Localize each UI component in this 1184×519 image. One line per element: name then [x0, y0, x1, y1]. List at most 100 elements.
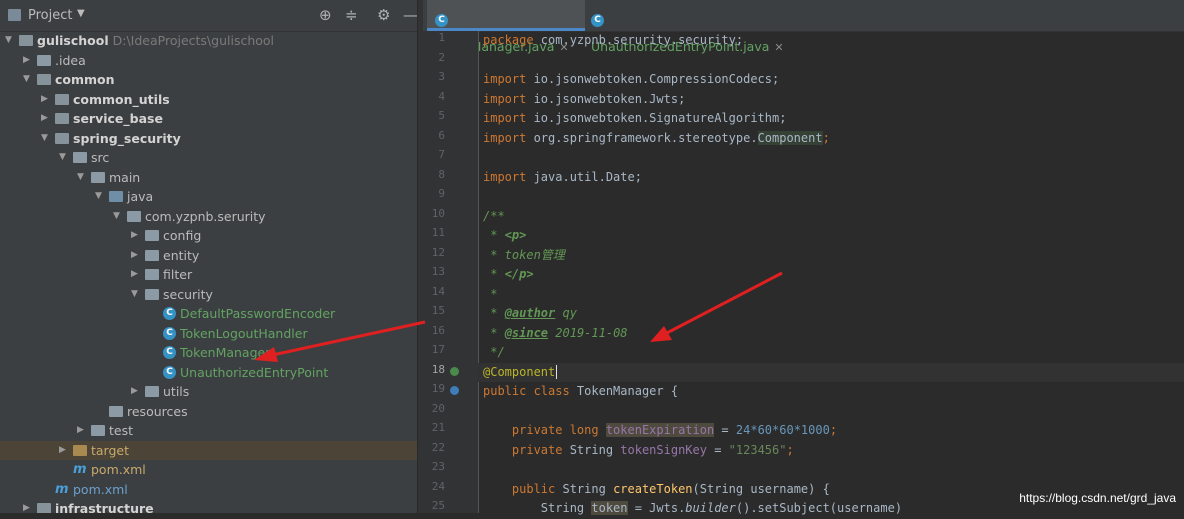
tree-item-common[interactable]: ▼ common — [0, 70, 417, 90]
module-folder-icon — [37, 503, 51, 513]
tree-item-utils[interactable]: ▶ utils — [0, 382, 417, 402]
line-number: 6 — [438, 128, 445, 142]
tree-item-main[interactable]: ▼ main — [0, 168, 417, 188]
tree-item-common-utils[interactable]: ▶ common_utils — [0, 90, 417, 110]
tree-item-pom-spring-security[interactable]: m pom.xml — [0, 460, 417, 480]
line-number: 25 — [431, 499, 445, 512]
tree-item-label: pom.xml — [91, 462, 146, 477]
tree-item-entity[interactable]: ▶ entity — [0, 246, 417, 266]
line-number: 17 — [431, 343, 445, 356]
collapsed-arrow-icon[interactable]: ▶ — [77, 421, 84, 441]
spring-bean-icon[interactable] — [450, 367, 459, 376]
collapse-icon[interactable]: ≑ — [345, 6, 358, 24]
tree-item-label: utils — [163, 384, 190, 399]
collapsed-arrow-icon[interactable]: ▶ — [23, 51, 30, 71]
collapsed-arrow-icon[interactable]: ▶ — [59, 441, 66, 461]
expanded-arrow-icon[interactable]: ▼ — [59, 148, 66, 168]
collapsed-arrow-icon[interactable]: ▶ — [23, 499, 30, 513]
expanded-arrow-icon[interactable]: ▼ — [23, 70, 30, 90]
tree-item-label: pom.xml — [73, 481, 128, 497]
line-number: 18 — [431, 362, 445, 376]
tab-token-manager[interactable]: CTokenManager.java ✕ — [427, 0, 585, 54]
java-class-icon: C — [163, 307, 176, 320]
tree-item-label: TokenManager — [180, 345, 271, 360]
tree-item-src[interactable]: ▼ src — [0, 148, 417, 168]
tree-item-label: .idea — [55, 52, 86, 68]
tree-item-label: service_base — [73, 111, 163, 126]
module-folder-icon — [37, 74, 51, 85]
tree-item-label: TokenLogoutHandler — [180, 325, 308, 341]
expanded-arrow-icon[interactable]: ▼ — [77, 168, 84, 188]
package-icon — [145, 288, 159, 300]
tree-item-gulischool[interactable]: ▼ gulischool D:\IdeaProjects\gulischool — [0, 31, 417, 51]
expanded-arrow-icon[interactable]: ▼ — [131, 285, 138, 305]
tree-item-security[interactable]: ▼ security — [0, 285, 417, 305]
tree-item-filter[interactable]: ▶ filter — [0, 265, 417, 285]
tree-item-token-logout-handler[interactable]: C TokenLogoutHandler — [0, 324, 417, 344]
tree-item-label: DefaultPasswordEncoder — [180, 306, 336, 321]
line-number: 9 — [438, 187, 445, 200]
folder-icon — [73, 152, 87, 163]
collapsed-arrow-icon[interactable]: ▶ — [41, 109, 48, 129]
expanded-arrow-icon[interactable]: ▼ — [5, 31, 12, 51]
tree-item-label: UnauthorizedEntryPoint — [180, 364, 329, 380]
code-area[interactable]: package com.yzpnb.serurity.security; imp… — [478, 31, 1184, 515]
collapsed-arrow-icon[interactable]: ▶ — [131, 226, 138, 246]
implemented-class-icon[interactable] — [450, 386, 459, 395]
tree-item-infrastructure[interactable]: ▶ infrastructure — [0, 499, 417, 513]
expanded-arrow-icon[interactable]: ▼ — [41, 129, 48, 149]
tree-item-test[interactable]: ▶ test — [0, 421, 417, 441]
project-panel-title[interactable]: Project — [28, 8, 72, 23]
expanded-arrow-icon[interactable]: ▼ — [113, 207, 120, 227]
tree-item-path: D:\IdeaProjects\gulischool — [112, 33, 275, 48]
tree-item-spring-security[interactable]: ▼ spring_security — [0, 129, 417, 149]
module-folder-icon — [55, 113, 69, 124]
code-line: * @since 2019-11-08 — [483, 325, 628, 340]
code-line: String token = Jwts.builder().setSubject… — [483, 501, 903, 515]
code-line: * @author qy — [483, 306, 577, 320]
project-panel-header: Project ▼ ⊕ ≑ ⚙ — — [0, 0, 417, 32]
gear-icon[interactable]: ⚙ — [377, 6, 390, 24]
java-class-icon: C — [163, 346, 176, 359]
line-number: 2 — [438, 50, 445, 64]
tree-item-label: security — [163, 286, 213, 302]
code-line: * token管理 — [483, 247, 565, 262]
line-number: 5 — [438, 109, 445, 122]
code-line: import org.springframework.stereotype.Co… — [483, 130, 830, 145]
collapsed-arrow-icon[interactable]: ▶ — [131, 246, 138, 266]
java-class-icon: C — [163, 326, 176, 340]
tree-item-idea[interactable]: ▶ .idea — [0, 51, 417, 71]
tree-item-default-password-encoder[interactable]: C DefaultPasswordEncoder — [0, 304, 417, 324]
tree-item-service-base[interactable]: ▶ service_base — [0, 109, 417, 129]
line-number: 4 — [438, 89, 445, 103]
tree-item-package[interactable]: ▼ com.yzpnb.serurity — [0, 207, 417, 227]
project-icon — [8, 9, 21, 21]
tree-item-java[interactable]: ▼ java — [0, 187, 417, 207]
locate-icon[interactable]: ⊕ — [319, 6, 332, 24]
code-editor: CTokenManager.java ✕ CUnauthorizedEntryPo… — [423, 0, 1184, 515]
collapsed-arrow-icon[interactable]: ▶ — [131, 382, 138, 402]
collapsed-arrow-icon[interactable]: ▶ — [131, 265, 138, 285]
tab-unauthorized-entry-point[interactable]: CUnauthorizedEntryPoint.java ✕ — [591, 0, 791, 54]
package-icon — [145, 269, 159, 280]
line-number: 11 — [431, 226, 445, 239]
minimize-icon[interactable]: — — [403, 6, 417, 24]
tree-item-config[interactable]: ▶ config — [0, 226, 417, 246]
tree-item-label: common_utils — [73, 91, 170, 107]
tree-item-unauthorized-entry-point[interactable]: C UnauthorizedEntryPoint — [0, 363, 417, 383]
module-folder-icon — [55, 93, 69, 105]
line-number: 24 — [431, 479, 445, 493]
chevron-down-icon[interactable]: ▼ — [77, 8, 85, 19]
tree-item-resources[interactable]: resources — [0, 402, 417, 422]
tree-item-label: gulischool — [37, 33, 109, 48]
collapsed-arrow-icon[interactable]: ▶ — [41, 90, 48, 110]
module-folder-icon — [55, 132, 69, 144]
tree-item-target[interactable]: ▶ target — [0, 440, 417, 461]
package-icon — [127, 210, 141, 222]
tree-item-pom-common[interactable]: m pom.xml — [0, 480, 417, 500]
expanded-arrow-icon[interactable]: ▼ — [95, 187, 102, 207]
code-line: /** — [483, 208, 505, 223]
tree-item-token-manager[interactable]: C TokenManager — [0, 343, 417, 363]
line-number: 8 — [438, 167, 445, 181]
line-number: 14 — [431, 284, 445, 298]
